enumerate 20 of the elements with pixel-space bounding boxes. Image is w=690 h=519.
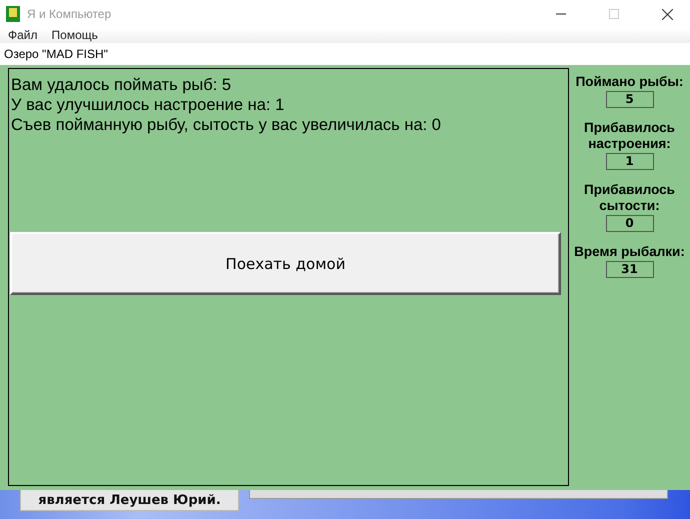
menu-item[interactable]: Помощь: [52, 28, 98, 43]
maximize-icon: [609, 9, 619, 19]
go-home-button[interactable]: Поехать домой: [10, 232, 561, 295]
result-text: У вас улучшилось настроение на: 1: [10, 95, 286, 115]
window-title: Я и Компьютер: [27, 7, 112, 21]
stat-value: 31: [606, 261, 654, 278]
result-text: Вам удалось поймать рыб: 5: [10, 75, 232, 95]
stat-value: 1: [606, 153, 654, 170]
app-icon: [6, 6, 20, 22]
close-icon: [662, 8, 672, 20]
stat-label: Прибавилось настроения:: [583, 120, 676, 152]
menu-item[interactable]: Файл: [8, 28, 38, 43]
stat-label: Прибавилось сытости:: [583, 182, 676, 214]
stat-value: 0: [606, 215, 654, 232]
stat-value: 5: [606, 91, 654, 108]
location-label: Озеро "MAD FISH": [4, 47, 108, 61]
result-text: Съев пойманную рыбу, сытость у вас увеличилась на: 0: [10, 115, 442, 135]
background-window-label: является Леушев Юрий.: [20, 490, 239, 511]
stat-label: Поймано рыбы:: [574, 74, 684, 90]
stat-label: Время рыбалки:: [574, 244, 686, 260]
